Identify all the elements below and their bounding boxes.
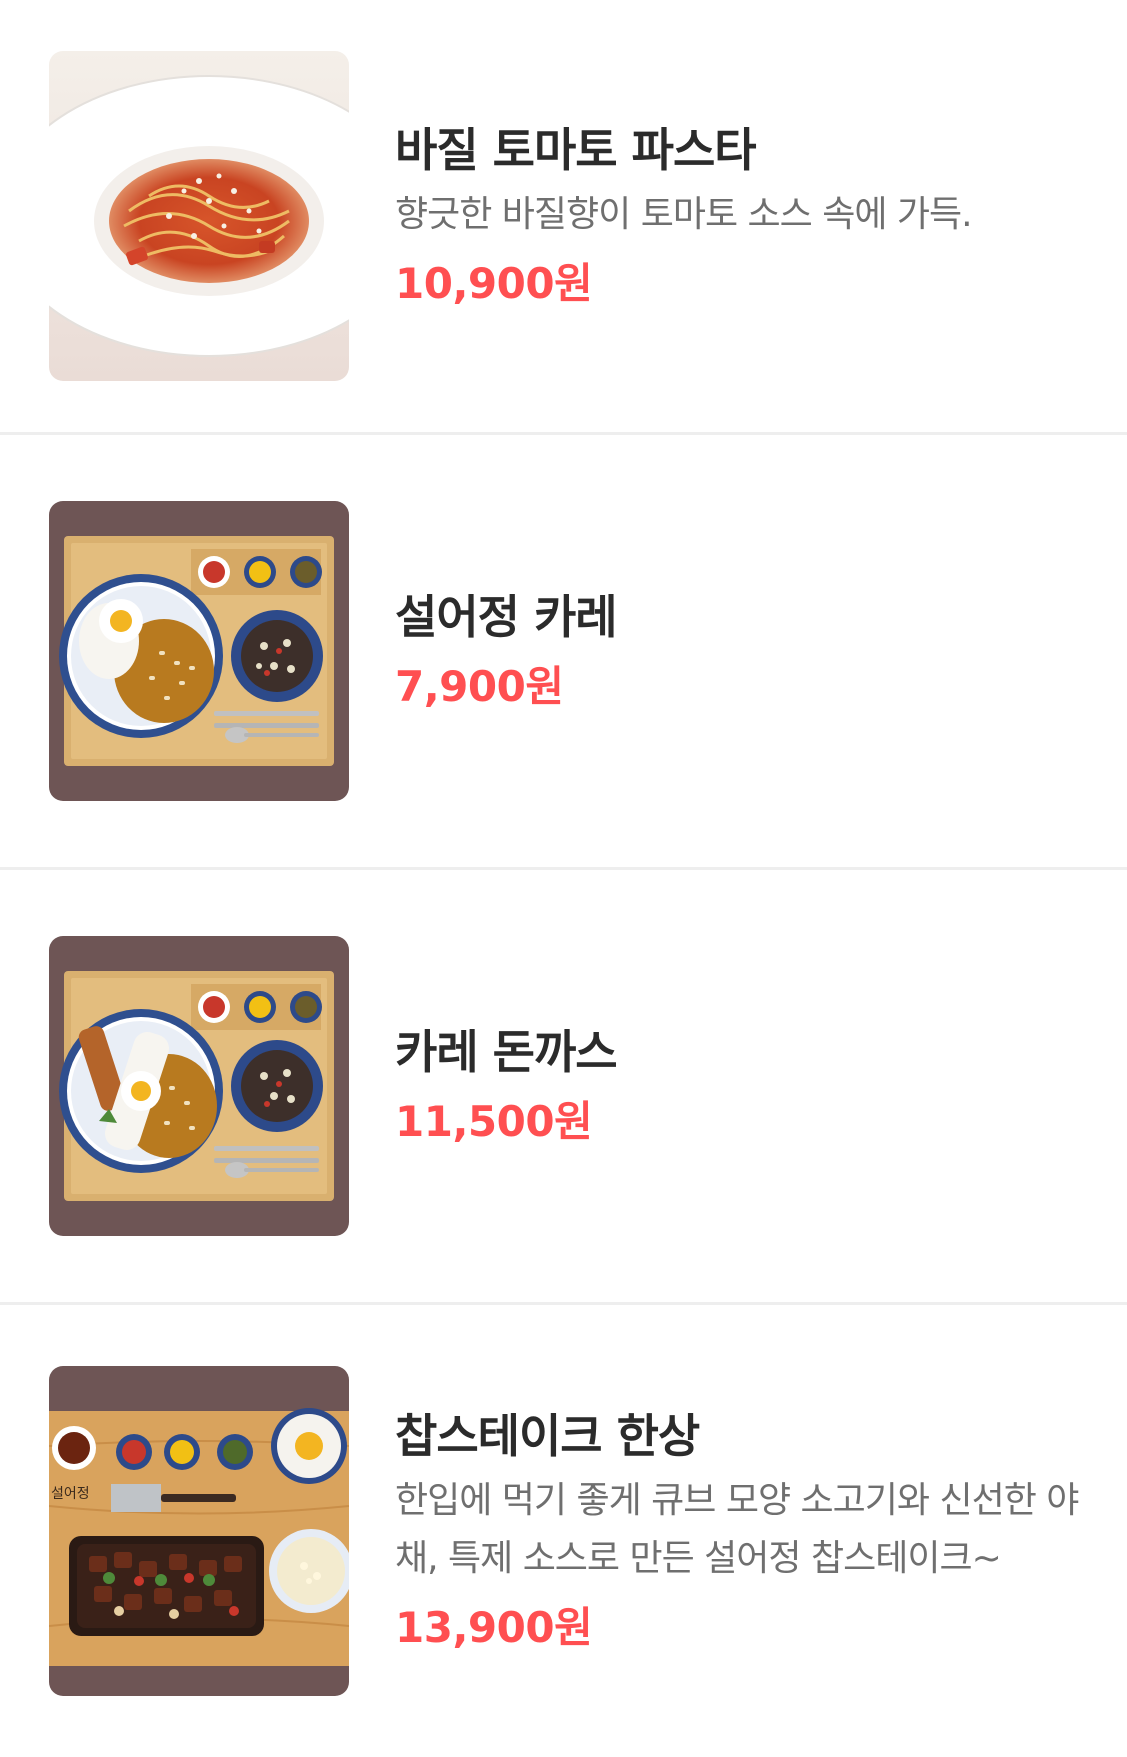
food-image <box>49 51 349 381</box>
menu-item-info: 찹스테이크 한상 한입에 먹기 좋게 큐브 모양 소고기와 신선한 야채, 특제… <box>395 1406 1087 1656</box>
menu-item-info: 바질 토마토 파스타 향긋한 바질향이 토마토 소스 속에 가득. 10,900… <box>395 120 1087 312</box>
menu-item-basil-tomato-pasta[interactable]: 바질 토마토 파스타 향긋한 바질향이 토마토 소스 속에 가득. 10,900… <box>0 0 1127 435</box>
menu-item-description: 향긋한 바질향이 토마토 소스 속에 가득. <box>395 194 973 235</box>
food-image: 설어정 <box>49 1366 349 1696</box>
food-image <box>49 936 349 1236</box>
svg-text:설어정: 설어정 <box>51 1486 90 1502</box>
menu-item-description: 한입에 먹기 좋게 큐브 모양 소고기와 신선한 야채, 특제 소스로 만든 설… <box>395 1480 1079 1579</box>
menu-item-name: 찹스테이크 한상 <box>395 1409 700 1463</box>
menu-item-info: 카레 돈까스 11,500원 <box>395 1022 1087 1150</box>
menu-item-name: 카레 돈까스 <box>395 1025 618 1079</box>
menu-item-chop-steak-set[interactable]: 설어정 찹스테이크 한상 한입에 먹기 좋게 큐브 모양 소고기와 신선한 야채… <box>0 1305 1127 1757</box>
menu-item-price: 10,900원 <box>395 259 593 308</box>
menu-item-price: 11,500원 <box>395 1097 593 1146</box>
menu-item-price: 13,900원 <box>395 1603 593 1652</box>
menu-item-price: 7,900원 <box>395 662 564 711</box>
menu-item-curry[interactable]: 설어정 카레 7,900원 <box>0 435 1127 870</box>
menu-item-curry-pork-cutlet[interactable]: 카레 돈까스 11,500원 <box>0 870 1127 1305</box>
menu-item-name: 바질 토마토 파스타 <box>395 123 757 177</box>
menu-list: 바질 토마토 파스타 향긋한 바질향이 토마토 소스 속에 가득. 10,900… <box>0 0 1127 1757</box>
food-image <box>49 501 349 801</box>
menu-item-info: 설어정 카레 7,900원 <box>395 587 1087 715</box>
menu-item-name: 설어정 카레 <box>395 590 618 644</box>
